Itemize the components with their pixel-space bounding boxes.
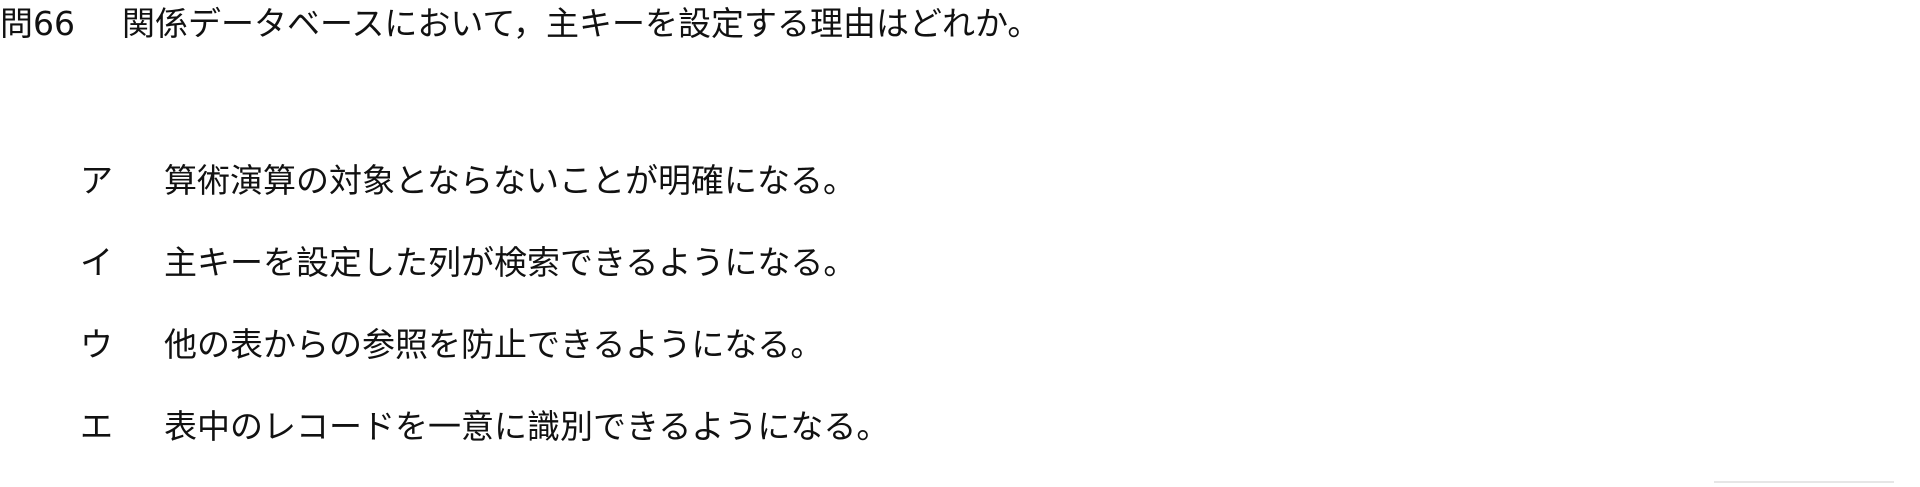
choice-letter: ア <box>80 161 113 200</box>
choice-letter: エ <box>80 407 113 446</box>
choice-text: 表中のレコードを一意に識別できるようになる。 <box>164 407 890 446</box>
question-number: 問66 <box>0 4 75 43</box>
choice-letter: ウ <box>80 325 113 364</box>
choice-text: 算術演算の対象とならないことが明確になる。 <box>164 161 857 200</box>
choice-i: イ 主キーを設定した列が検索できるようになる。 <box>80 241 889 285</box>
choice-text: 他の表からの参照を防止できるようになる。 <box>164 325 824 364</box>
choice-letter: イ <box>80 243 113 282</box>
choice-a: ア 算術演算の対象とならないことが明確になる。 <box>80 159 889 203</box>
answer-choices: ア 算術演算の対象とならないことが明確になる。 イ 主キーを設定した列が検索でき… <box>80 159 889 487</box>
choice-e: エ 表中のレコードを一意に識別できるようになる。 <box>80 405 889 449</box>
choice-text: 主キーを設定した列が検索できるようになる。 <box>164 243 857 282</box>
question: 問66 関係データベースにおいて，主キーを設定する理由はどれか。 <box>0 2 1040 46</box>
choice-u: ウ 他の表からの参照を防止できるようになる。 <box>80 323 889 367</box>
question-text: 関係データベースにおいて，主キーを設定する理由はどれか。 <box>122 4 1041 43</box>
